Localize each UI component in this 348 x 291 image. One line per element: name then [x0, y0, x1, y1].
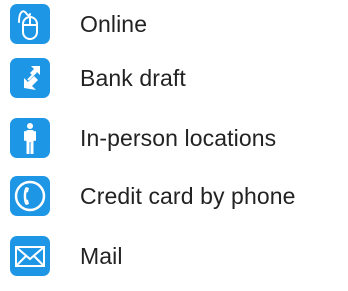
payment-option-label: Online — [80, 10, 148, 37]
phone-icon — [10, 176, 50, 216]
payment-option-credit-card-by-phone: Credit card by phone — [10, 176, 296, 216]
payment-option-label: Bank draft — [80, 64, 186, 91]
payment-option-mail: Mail — [10, 236, 123, 276]
payment-option-online: Online — [10, 4, 147, 44]
payment-option-label: Mail — [80, 242, 123, 269]
payment-option-label: Credit card by phone — [80, 182, 296, 209]
transfer-arrows-icon — [10, 58, 50, 98]
payment-option-in-person: In-person locations — [10, 118, 276, 158]
computer-mouse-icon — [10, 4, 50, 44]
payment-option-bank-draft: Bank draft — [10, 58, 186, 98]
envelope-icon — [10, 236, 50, 276]
payment-option-label: In-person locations — [80, 124, 277, 151]
person-icon — [10, 118, 50, 158]
